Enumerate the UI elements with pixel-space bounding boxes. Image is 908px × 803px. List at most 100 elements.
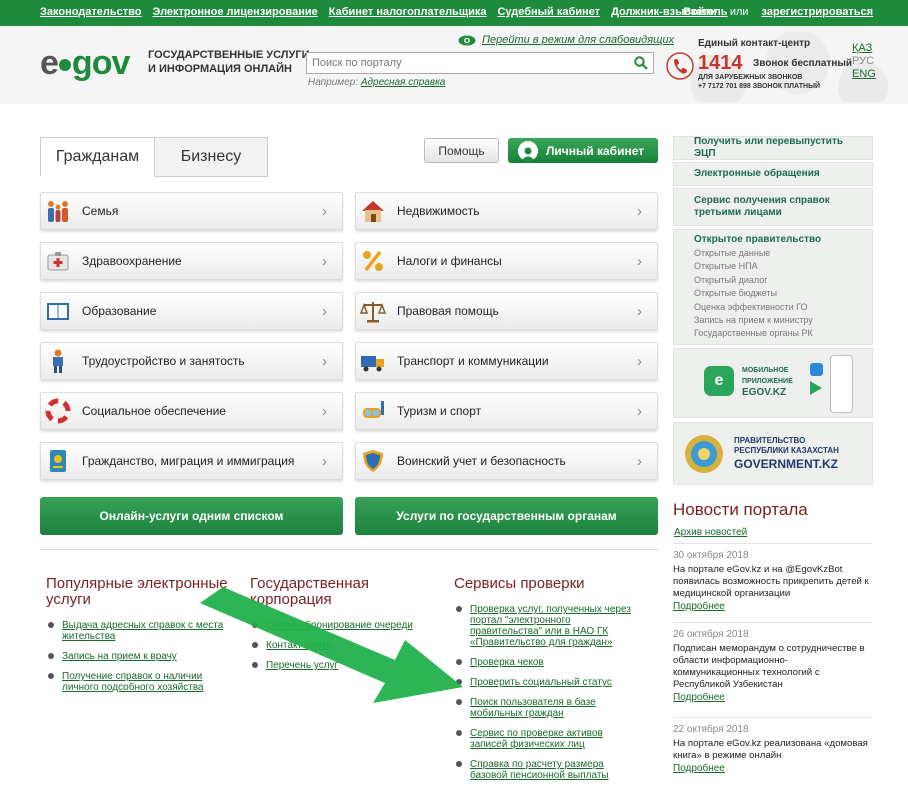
list-item[interactable]: Перечень услуг <box>250 660 435 671</box>
google-play-icon <box>810 381 822 395</box>
list-item[interactable]: Сервис по проверке активов записей физич… <box>454 728 639 750</box>
open-government-title[interactable]: Открытое правительство <box>674 234 872 246</box>
check-services: Сервисы проверки Проверка услуг, получен… <box>454 576 639 790</box>
category-tourism[interactable]: Туризм и спорт › <box>355 392 658 430</box>
register-link[interactable]: зарегистрироваться <box>762 6 873 18</box>
contact-title: Единый контакт-центр <box>698 38 811 49</box>
news-text[interactable]: Подписан меморандум о сотрудничестве в о… <box>673 643 873 691</box>
ecp-link[interactable]: Получить или перевыпустить ЭЦП <box>673 136 873 160</box>
worker-icon <box>44 347 72 375</box>
third-party-certificates-link[interactable]: Сервис получения справок третьими лицами <box>673 188 873 226</box>
search-input[interactable] <box>307 53 627 73</box>
news-item: 30 октября 2018 На портале eGov.kz и на … <box>673 543 873 612</box>
top-link-taxpayer[interactable]: Кабинет налогоплательщика <box>329 6 487 18</box>
contact-free: Звонок бесплатный <box>753 58 853 69</box>
list-item[interactable]: Поиск пользователя в базе мобильных граж… <box>454 697 639 719</box>
tab-business[interactable]: Бизнесу <box>154 137 268 177</box>
top-link-court[interactable]: Судебный кабинет <box>497 6 600 18</box>
state-emblem-icon <box>685 435 723 473</box>
news-item: 26 октября 2018 Подписан меморандум о со… <box>673 622 873 703</box>
scales-icon <box>359 297 387 325</box>
news-more-link[interactable]: Подробнее <box>673 692 873 703</box>
egov-logo[interactable]: e gov <box>40 44 130 83</box>
state-corporation-title: Государственная корпорация <box>250 575 369 608</box>
open-gov-link[interactable]: Открытые данные <box>674 247 872 260</box>
percent-icon <box>359 247 387 275</box>
search-icon[interactable] <box>634 56 648 70</box>
list-item[interactable]: Контакт-центр <box>250 640 435 651</box>
lifebuoy-icon <box>44 397 72 425</box>
lang-kaz[interactable]: ҚАЗ <box>852 42 876 54</box>
chevron-right-icon: › <box>322 252 327 270</box>
list-item[interactable]: Проверить социальный статус <box>454 677 639 688</box>
phone-mockup-icon <box>830 355 853 413</box>
category-citizenship[interactable]: Гражданство, миграция и иммиграция › <box>40 442 343 480</box>
online-services-list-button[interactable]: Онлайн-услуги одним списком <box>40 497 343 535</box>
list-item[interactable]: Проверка услуг, полученных через портал … <box>454 604 639 648</box>
example-link[interactable]: Адресная справка <box>361 77 446 88</box>
list-item[interactable]: Онлайн-бронирование очереди <box>250 620 435 631</box>
list-item[interactable]: Запись на прием к врачу <box>46 651 236 662</box>
category-taxes[interactable]: Налоги и финансы › <box>355 242 658 280</box>
category-transport[interactable]: Транспорт и коммуникации › <box>355 342 658 380</box>
house-icon <box>359 197 387 225</box>
e-appeals-link[interactable]: Электронные обращения <box>673 162 873 186</box>
chevron-right-icon: › <box>322 202 327 220</box>
eye-icon <box>458 35 476 45</box>
list-item[interactable]: Получение справок о наличии личного подс… <box>46 671 236 693</box>
chevron-right-icon: › <box>637 252 642 270</box>
personal-cabinet-button[interactable]: Личный кабинет <box>508 138 658 163</box>
category-family[interactable]: Семья › <box>40 192 343 230</box>
check-services-title: Сервисы проверки <box>454 575 585 592</box>
list-item[interactable]: Выдача адресных справок с места жительст… <box>46 620 236 642</box>
family-icon <box>44 197 72 225</box>
impaired-mode-link[interactable]: Перейти в режим для слабовидящих <box>458 34 674 46</box>
news-title: Новости портала <box>673 500 808 519</box>
news-date: 30 октября 2018 <box>673 550 749 561</box>
contact-abroad: Для зарубежных звонков +7 7172 701 898 з… <box>698 74 820 90</box>
category-education[interactable]: Образование › <box>40 292 343 330</box>
category-legal-aid[interactable]: Правовая помощь › <box>355 292 658 330</box>
government-kz-banner[interactable]: Правительство Республики Казахстан GOVER… <box>673 422 873 485</box>
tab-citizens[interactable]: Гражданам <box>40 137 155 177</box>
open-gov-link[interactable]: Открытые бюджеты <box>674 287 872 300</box>
category-healthcare[interactable]: Здравоохранение › <box>40 242 343 280</box>
top-link-legislation[interactable]: Законодательство <box>40 6 142 18</box>
open-gov-link[interactable]: Запись на прием к министру <box>674 314 872 327</box>
open-gov-link[interactable]: Открытые НПА <box>674 260 872 273</box>
category-military[interactable]: Воинский учет и безопасность › <box>355 442 658 480</box>
tagline: Государственные услуги и информация онла… <box>148 49 310 75</box>
lang-eng[interactable]: ENG <box>852 68 876 80</box>
chevron-right-icon: › <box>637 352 642 370</box>
news-text[interactable]: На портале eGov.kz и на @EgovKzBot появи… <box>673 564 873 600</box>
services-by-agency-button[interactable]: Услуги по государственным органам <box>355 497 658 535</box>
shield-icon <box>359 447 387 475</box>
login-link[interactable]: Войти <box>683 6 717 18</box>
news-date: 26 октября 2018 <box>673 629 749 640</box>
news-text[interactable]: На портале eGov.kz реализована «домовая … <box>673 738 873 762</box>
header: e gov Государственные услуги и информация… <box>0 26 908 104</box>
news-archive-link[interactable]: Архив новостей <box>674 527 747 538</box>
help-button[interactable]: Помощь <box>424 138 499 163</box>
news-more-link[interactable]: Подробнее <box>673 601 873 612</box>
auth-links: Войти или зарегистрироваться <box>683 6 873 18</box>
list-item[interactable]: Проверка чеков <box>454 657 639 668</box>
passport-icon <box>44 447 72 475</box>
mobile-app-banner[interactable]: e Мобильное приложение EGOV.KZ <box>673 348 873 418</box>
chevron-right-icon: › <box>637 302 642 320</box>
chevron-right-icon: › <box>637 452 642 470</box>
contact-number: 1414 <box>698 52 743 74</box>
list-item[interactable]: Справка по расчету размера базовой пенси… <box>454 759 639 781</box>
category-social-security[interactable]: Социальное обеспечение › <box>40 392 343 430</box>
open-gov-link[interactable]: Открытый диалог <box>674 274 872 287</box>
chevron-right-icon: › <box>322 452 327 470</box>
popular-services: Популярные электронные услуги Выдача адр… <box>46 576 236 702</box>
category-real-estate[interactable]: Недвижимость › <box>355 192 658 230</box>
chevron-right-icon: › <box>322 402 327 420</box>
top-link-licensing[interactable]: Электронное лицензирование <box>153 6 318 18</box>
news-more-link[interactable]: Подробнее <box>673 763 873 774</box>
language-switcher: ҚАЗ РУС ENG <box>852 42 876 80</box>
open-gov-link[interactable]: Оценка эффективности ГО <box>674 301 872 314</box>
category-employment[interactable]: Трудоустройство и занятость › <box>40 342 343 380</box>
open-gov-link[interactable]: Государственные органы РК <box>674 327 872 340</box>
